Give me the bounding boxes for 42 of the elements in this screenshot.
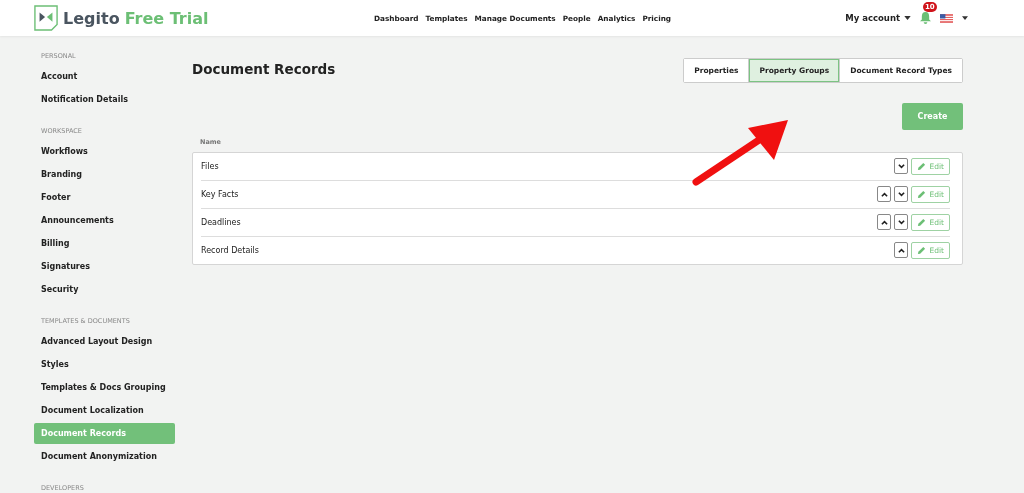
pencil-icon	[917, 190, 927, 199]
move-down-button[interactable]	[894, 214, 909, 230]
sidebar-item[interactable]: Notification Details	[34, 89, 175, 110]
sidebar-item[interactable]: Workflows	[34, 141, 175, 162]
move-up-button[interactable]	[877, 186, 892, 202]
table-cell: Files	[201, 162, 219, 171]
move-up-button[interactable]	[877, 214, 892, 230]
chevron-up-icon	[880, 191, 888, 197]
caret-icon[interactable]	[962, 16, 968, 20]
sidebar-item[interactable]: Account	[34, 66, 175, 87]
chevron-up-icon	[897, 247, 905, 253]
sidebar-item[interactable]: Advanced Layout Design	[34, 331, 175, 352]
sidebar-item[interactable]: Templates & Docs Grouping	[34, 377, 175, 398]
move-down-button[interactable]	[894, 158, 909, 174]
pencil-icon	[917, 246, 927, 255]
chevron-down-icon	[897, 163, 905, 169]
sidebar-item[interactable]: Branding	[34, 164, 175, 185]
sidebar-item[interactable]: Document Localization	[34, 400, 175, 421]
table-cell: Record Details	[201, 246, 259, 255]
sidebar-item[interactable]: Signatures	[34, 256, 175, 277]
sidebar-item[interactable]: Document Anonymization	[34, 446, 175, 467]
flag-icon[interactable]	[940, 13, 953, 23]
caret-icon	[904, 16, 911, 20]
logo-icon	[34, 5, 58, 31]
page-title: Document Records	[192, 61, 336, 77]
chevron-down-icon	[897, 191, 905, 197]
table-cell: Deadlines	[201, 218, 241, 227]
chevron-down-icon	[897, 219, 905, 225]
sidebar-item[interactable]: Billing	[34, 233, 175, 254]
pencil-icon	[917, 218, 927, 227]
brand-name: Legito	[63, 8, 120, 28]
move-up-button[interactable]	[894, 242, 909, 258]
table-cell: Key Facts	[201, 190, 239, 199]
brand-suffix: Free Trial	[124, 8, 209, 28]
my-account-menu[interactable]: My account	[845, 13, 911, 23]
chevron-up-icon	[880, 219, 888, 225]
move-down-button[interactable]	[894, 186, 909, 202]
sidebar-item[interactable]: Announcements	[34, 210, 175, 231]
sidebar-item[interactable]: Styles	[34, 354, 175, 375]
sidebar-item[interactable]: Security	[34, 279, 175, 300]
pencil-icon	[917, 162, 927, 171]
sidebar-item[interactable]: Footer	[34, 187, 175, 208]
